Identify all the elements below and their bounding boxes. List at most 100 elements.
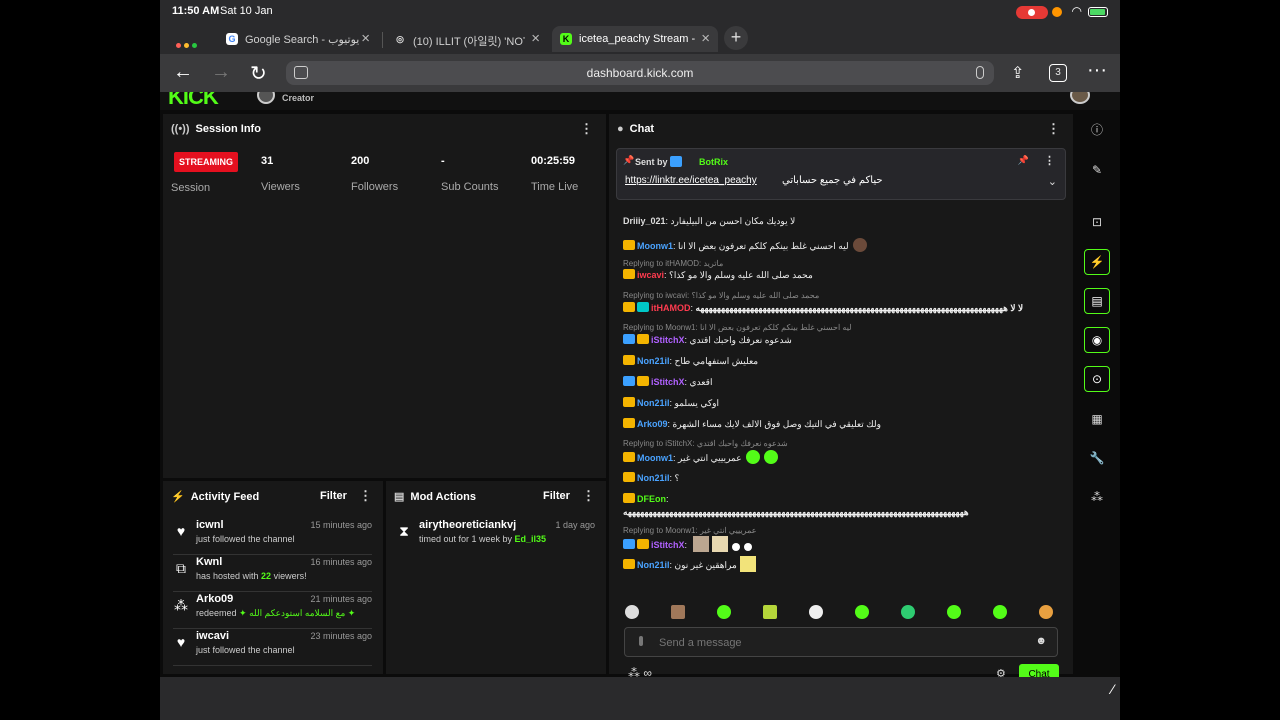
emote-icon[interactable] [809, 605, 823, 619]
activity-time: 23 minutes ago [310, 631, 372, 641]
sub-badge-icon [637, 302, 649, 312]
activity-time: 16 minutes ago [310, 557, 372, 567]
crown-badge-icon [623, 452, 635, 462]
chat-message[interactable]: Non21il: معليش استفهامي طاح [623, 355, 1051, 369]
broadcast-icon[interactable]: ⊙ [1084, 366, 1110, 392]
chat-message[interactable]: iwcavi: محمد صلى الله عليه وسلم والا مو … [623, 269, 1051, 283]
share-icon[interactable]: ⇪ [1011, 63, 1024, 83]
mod-badge-icon [623, 376, 635, 386]
chat-message[interactable]: Non21il: اوكي يسلمو [623, 397, 1051, 411]
chat-message[interactable]: itHAMOD: لا لا ههههههههههههههههههههههههه… [623, 302, 1051, 316]
tab-count-button[interactable]: 3 [1049, 64, 1067, 82]
chat-message[interactable]: DFEon: [623, 493, 1051, 507]
document-icon[interactable]: ▤ [1084, 288, 1110, 314]
tab-bar: G Google Search - يوتيوب × ◎ (10) ILLIT … [160, 24, 1120, 54]
chat-message[interactable]: Arko09: ولك تعليقي في التيك وصل فوق الال… [623, 418, 1051, 432]
emote-icon[interactable] [947, 605, 961, 619]
subs-value: - [441, 155, 445, 167]
chat-message[interactable]: Non21il: ؟ [623, 472, 1051, 486]
emote-icon[interactable] [855, 605, 869, 619]
lightning-icon[interactable]: ⚡ [1084, 249, 1110, 275]
pinned-menu-icon[interactable]: ⋮ [1044, 154, 1055, 167]
activity-desc: just followed the channel [196, 534, 295, 544]
role-label: Creator [282, 93, 315, 103]
emoji-icon[interactable]: ☻ [1035, 635, 1047, 647]
emote-icon[interactable] [625, 605, 639, 619]
crown-badge-icon [637, 539, 649, 549]
emote-icon[interactable] [763, 605, 777, 619]
forward-icon[interactable]: → [211, 61, 231, 84]
chat-message[interactable]: iStitchX: اقعدي [623, 376, 1051, 390]
panel-menu-icon[interactable]: ⋮ [580, 121, 593, 137]
location-icon [1052, 7, 1062, 17]
tab-kick-active[interactable]: K icetea_peachy Stream - × [552, 26, 718, 52]
mod-action-item: ⧗ airytheoreticiankvj 1 day ago timed ou… [396, 519, 595, 555]
reader-icon[interactable] [294, 66, 308, 79]
emote-icon[interactable] [717, 605, 731, 619]
chat-message[interactable]: iStitchX: شدعوه نعرفك واحبك اقتدي [623, 334, 1051, 348]
chat-message[interactable]: Non21il: مراهقين غير نون [623, 556, 1051, 574]
points-icon[interactable]: ⁂ [1084, 485, 1110, 511]
chat-message[interactable]: Moonw1: عمريييي انتي غير [623, 450, 1051, 466]
crown-badge-icon [623, 240, 635, 250]
back-icon[interactable]: ← [173, 61, 193, 84]
emote-icon[interactable] [1039, 605, 1053, 619]
status-bar: 11:50 AM Sat 10 Jan ◠ [160, 0, 1120, 24]
emote-icon[interactable] [901, 605, 915, 619]
filter-button[interactable]: Filter [543, 490, 570, 502]
kick-icon: K [560, 33, 572, 45]
crown-badge-icon [637, 334, 649, 344]
panel-menu-icon[interactable]: ⋮ [1047, 121, 1060, 137]
emote-icon[interactable] [993, 605, 1007, 619]
pinned-link[interactable]: https://linktr.ee/icetea_peachy [625, 175, 757, 186]
tab-label: (10) ILLIT (아일릿) 'NOT CUTE ANYMORE' [413, 36, 525, 48]
activity-user[interactable]: Arko09 [196, 593, 233, 605]
settings-icon[interactable]: ⊡ [1084, 210, 1110, 236]
info-icon[interactable]: ⓘ [1084, 118, 1110, 144]
emote-icon [763, 450, 778, 464]
chat-message[interactable]: Moonw1: ليه احسني غلط بينكم كلكم تعرفون … [623, 238, 1051, 252]
filter-button[interactable]: Filter [320, 490, 347, 502]
panel-title: ● Chat [617, 123, 655, 135]
more-icon[interactable]: ··· [1087, 59, 1107, 82]
activity-user[interactable]: Kwnl [196, 556, 222, 568]
screen-record-icon [1016, 6, 1048, 19]
layout-icon[interactable]: ▦ [1084, 407, 1110, 433]
chat-bubble-icon[interactable]: ◉ [1084, 327, 1110, 353]
close-tab-icon[interactable]: × [361, 30, 370, 47]
emote-icon[interactable] [671, 605, 685, 619]
panel-menu-icon[interactable]: ⋮ [582, 488, 595, 504]
followers-label: Followers [351, 181, 399, 193]
microphone-icon[interactable] [976, 66, 984, 79]
reload-icon[interactable]: ↻ [250, 61, 267, 86]
chat-input[interactable] [659, 634, 1019, 652]
kick-logo[interactable]: KICK [168, 92, 219, 110]
new-tab-button[interactable]: + [724, 26, 748, 50]
activity-user[interactable]: iwcavi [196, 630, 229, 642]
activity-user[interactable]: icwnl [196, 519, 224, 531]
pinned-text: حياكم في جميع حساباتي [782, 175, 883, 186]
panel-menu-icon[interactable]: ⋮ [359, 488, 372, 504]
mod-action-time: 1 day ago [555, 520, 595, 530]
window-dots-icon[interactable] [176, 35, 200, 53]
tab-illit[interactable]: ◎ (10) ILLIT (아일릿) 'NOT CUTE ANYMORE' × [386, 26, 548, 52]
reply-context: Replying to Moonw1: عمريييي انتي غير [623, 526, 757, 535]
pencil-icon[interactable]: ✎ [1084, 158, 1110, 184]
panel-title: ⚡ Activity Feed [171, 491, 260, 503]
address-bar[interactable]: dashboard.kick.com [286, 61, 994, 85]
chat-input-box[interactable]: ☻ [624, 627, 1058, 657]
tab-google-search[interactable]: G Google Search - يوتيوب × [218, 26, 378, 52]
wrench-icon[interactable]: 🔧 [1084, 446, 1110, 472]
emote-icon [692, 536, 709, 552]
close-tab-icon[interactable]: × [531, 30, 540, 47]
avatar[interactable] [257, 92, 275, 104]
chat-message[interactable]: Driiiy_021: لا يوديك مكان احسن من البيلي… [623, 216, 1051, 230]
chevron-down-icon[interactable]: ⌄ [1048, 175, 1057, 188]
close-tab-icon[interactable]: × [701, 30, 710, 47]
pinned-sender[interactable]: BotRix [699, 157, 728, 167]
user-avatar[interactable] [1070, 92, 1090, 104]
mod-action-user[interactable]: airytheoreticiankvj [419, 519, 516, 531]
reply-context: Replying to Moonw1: ليه احسني غلط بينكم … [623, 323, 852, 332]
unpin-icon[interactable]: 📌 [1018, 155, 1029, 166]
chat-message[interactable]: iStitchX: [623, 536, 1051, 554]
